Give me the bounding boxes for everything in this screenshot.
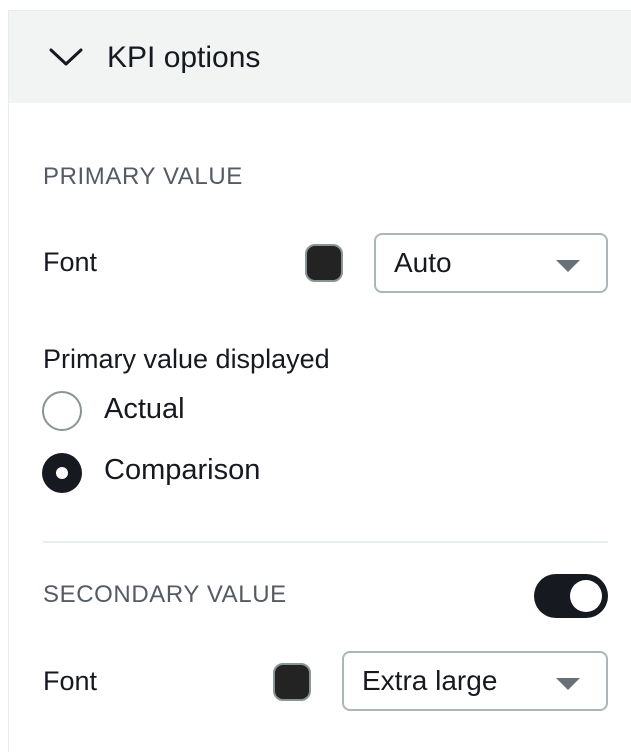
secondary-value-toggle[interactable] bbox=[534, 574, 608, 618]
radio-actual[interactable] bbox=[42, 391, 82, 431]
kpi-options-panel: KPI options PRIMARY VALUE Font Auto Prim… bbox=[8, 10, 631, 752]
section-divider bbox=[43, 541, 608, 543]
primary-value-displayed-label: Primary value displayed bbox=[43, 344, 330, 374]
radio-actual-label[interactable]: Actual bbox=[104, 393, 185, 426]
primary-font-size-select[interactable]: Auto bbox=[374, 233, 608, 293]
radio-selected-dot bbox=[56, 467, 68, 479]
chevron-down-icon bbox=[49, 48, 83, 66]
primary-font-label: Font bbox=[43, 247, 98, 277]
caret-down-icon bbox=[556, 678, 580, 690]
primary-value-label: PRIMARY VALUE bbox=[43, 163, 243, 190]
toggle-knob bbox=[570, 580, 602, 612]
secondary-font-size-value: Extra large bbox=[362, 665, 498, 696]
secondary-font-size-select[interactable]: Extra large bbox=[342, 651, 608, 711]
secondary-value-label: SECONDARY VALUE bbox=[43, 581, 287, 608]
caret-down-icon bbox=[556, 260, 580, 272]
primary-font-size-value: Auto bbox=[394, 247, 452, 278]
primary-font-color-swatch[interactable] bbox=[305, 244, 343, 282]
secondary-font-color-swatch[interactable] bbox=[273, 663, 311, 701]
section-title: KPI options bbox=[107, 41, 261, 74]
kpi-options-header[interactable]: KPI options bbox=[9, 11, 631, 103]
secondary-font-label: Font bbox=[43, 666, 98, 696]
radio-comparison[interactable] bbox=[42, 453, 82, 493]
radio-comparison-label[interactable]: Comparison bbox=[104, 454, 260, 487]
